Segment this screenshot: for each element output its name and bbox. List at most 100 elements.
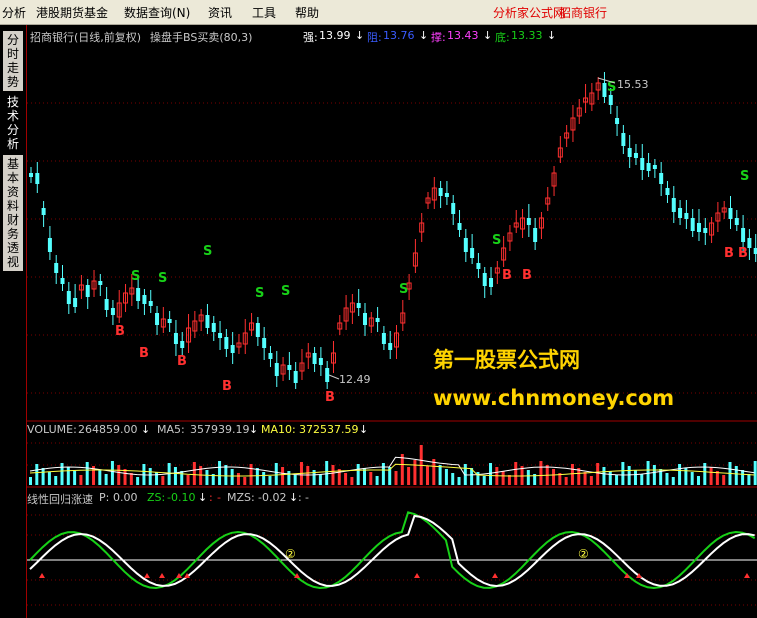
candle-body: [438, 188, 443, 196]
menu-item-data-query[interactable]: 数据查询(N): [124, 4, 190, 21]
volume-bar: [747, 474, 751, 485]
osc-sep-dash-1: -: [217, 491, 221, 504]
osc-mark-2: ②: [578, 547, 589, 561]
candle-body: [255, 323, 260, 337]
stock-name-label: 招商银行: [558, 6, 607, 20]
candle-body: [684, 213, 689, 219]
osc-zs-arrow-icon: ↓: [198, 491, 208, 504]
osc-mzs-label: MZS:: [227, 491, 255, 504]
candle-body: [356, 303, 361, 308]
volume-bar: [583, 472, 587, 485]
volume-bar: [325, 461, 329, 485]
volume-bar: [180, 471, 184, 485]
ma10-label: MA10:: [261, 423, 296, 436]
osc-title: 线性回归涨速: [27, 493, 93, 506]
indicator-name: 操盘手BS买卖(80,3): [150, 31, 253, 44]
volume-bar: [293, 475, 297, 485]
candle-body: [211, 323, 216, 332]
candle-body: [381, 333, 386, 344]
support-value: 13.43: [447, 29, 479, 42]
candle-body: [741, 228, 746, 242]
volume-bar: [218, 461, 222, 485]
volume-bar: [66, 467, 70, 485]
resist-arrow-icon: ↓: [419, 29, 429, 42]
volume-bar: [381, 463, 385, 485]
signal-sell: S: [158, 271, 167, 286]
candle-body: [602, 83, 607, 97]
candle-body: [703, 228, 708, 233]
strong-value: 13.99: [319, 29, 351, 42]
volume-bar: [722, 475, 726, 485]
candle-body: [621, 133, 626, 146]
candle-body: [29, 173, 33, 177]
volume-bar: [552, 469, 556, 485]
volume-bar: [608, 471, 612, 485]
ma5-label: MA5:: [157, 423, 185, 436]
candle-body: [136, 288, 141, 301]
candle-body: [205, 315, 210, 328]
tab-fundamentals[interactable]: 基本资料: [3, 155, 23, 215]
candle-body: [262, 338, 267, 348]
chart-area[interactable]: SSSSSSSSSBBBBBBBBB 招商银行(日线,前复权) 操盘手BS买卖(…: [26, 25, 757, 618]
candle-body: [671, 198, 676, 212]
volume-bar: [173, 467, 177, 485]
osc-up-arrow-icon: [492, 573, 498, 578]
volume-bar: [117, 465, 121, 485]
volume-bar: [741, 470, 745, 485]
osc-up-arrow-icon: [159, 573, 165, 578]
chart-canvas[interactable]: S SSS S SSSSBBBBBB BB B: [27, 25, 757, 618]
signal-buy: B: [522, 268, 532, 283]
volume-bar: [489, 463, 493, 485]
volume-bar: [110, 461, 114, 485]
menu-item-help[interactable]: 帮助: [295, 4, 319, 21]
candle-body: [325, 368, 330, 382]
volume-bar: [47, 472, 51, 485]
volume-bar: [155, 472, 159, 485]
volume-bar: [451, 473, 455, 485]
candle-body: [489, 278, 494, 287]
candle-body: [287, 365, 292, 370]
candle-body: [690, 218, 695, 231]
osc-up-arrow-icon: [744, 573, 750, 578]
volume-bar: [596, 463, 600, 485]
signal-buy: B: [222, 379, 232, 394]
volume-bar: [161, 476, 165, 485]
ma5-arrow-icon: ↓: [249, 423, 259, 436]
menu-item-hk-futures-funds[interactable]: 港股期货基金: [36, 4, 108, 21]
osc-sep-2: :: [298, 491, 302, 504]
candle-body: [633, 153, 638, 158]
volume-bar: [186, 475, 190, 485]
volume-bar: [407, 467, 411, 485]
candle-body: [167, 319, 172, 323]
signal-sell: S: [203, 244, 212, 259]
candle-body: [659, 173, 664, 184]
signal-buy: B: [325, 390, 335, 405]
volume-bar: [318, 474, 322, 485]
menu-item-news[interactable]: 资讯: [208, 4, 232, 21]
osc-up-arrow-icon: [39, 573, 45, 578]
volume-bar: [734, 466, 738, 485]
tab-technical-analysis[interactable]: 技术分析: [3, 93, 23, 153]
volume-bar: [306, 466, 310, 485]
ma5-value: 357939.19: [190, 423, 250, 436]
volume-bar: [54, 476, 58, 485]
volume-bar: [621, 462, 625, 485]
candle-body: [224, 337, 229, 349]
volume-bar: [243, 477, 247, 485]
volume-bar: [589, 476, 593, 485]
osc-mzs-value: -0.02: [258, 491, 287, 504]
volume-bar: [507, 475, 511, 485]
volume-bar: [564, 477, 568, 485]
osc-sep-dash-2: -: [305, 491, 309, 504]
menu-item-tools[interactable]: 工具: [252, 4, 276, 21]
volume-bar: [224, 465, 228, 485]
resist-value: 13.76: [383, 29, 415, 42]
signal-buy: B: [139, 346, 149, 361]
tab-financials[interactable]: 财务透视: [3, 211, 23, 271]
candle-body: [47, 238, 52, 252]
volume-bar: [438, 465, 442, 485]
menu-item-analysis[interactable]: 分析: [2, 4, 26, 21]
volume-bar: [602, 467, 606, 485]
candle-body: [173, 333, 178, 344]
tab-intraday[interactable]: 分时走势: [3, 31, 23, 91]
